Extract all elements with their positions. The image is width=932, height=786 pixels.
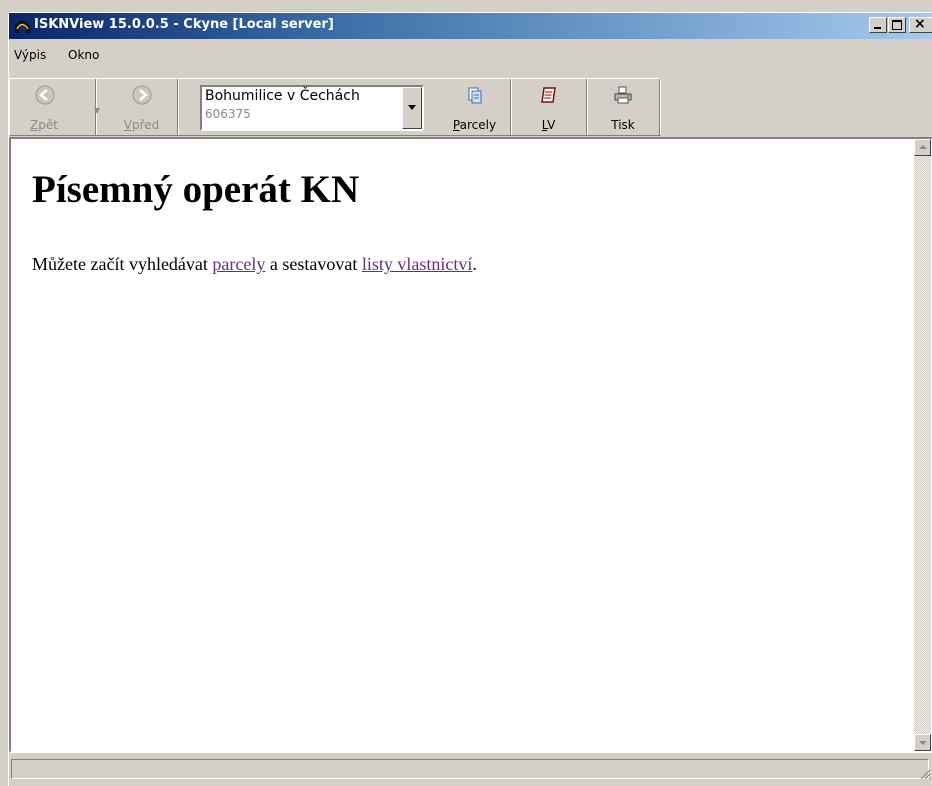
tisk-button[interactable]: Tisk	[587, 79, 660, 135]
back-button[interactable]: Zpět	[10, 79, 96, 135]
minimize-button[interactable]	[869, 17, 887, 33]
intro-text-start: Můžete začít vyhledávat	[32, 254, 213, 274]
content-view: Písemný operát KN Můžete začít vyhledáva…	[9, 137, 932, 753]
document-icon	[468, 87, 481, 104]
back-label: Zpět	[30, 118, 58, 132]
status-pane	[11, 759, 929, 779]
intro-text-middle: a sestavovat	[265, 254, 362, 274]
menu-okno[interactable]: Okno	[68, 48, 99, 62]
window-title: ISKNView 15.0.0.5 - Ckyne [Local server]	[34, 17, 334, 32]
menu-bar: Výpis Okno	[9, 45, 932, 65]
vertical-scrollbar[interactable]	[914, 139, 931, 751]
parcely-link[interactable]: parcely	[212, 254, 265, 274]
location-code: 606375	[205, 107, 251, 121]
scroll-down-button[interactable]	[914, 734, 931, 751]
resize-grip-icon[interactable]	[919, 768, 931, 780]
printer-icon	[614, 86, 632, 104]
title-bar[interactable]: ISKNView 15.0.0.5 - Ckyne [Local server]…	[9, 13, 932, 39]
parcely-button[interactable]: Parcely	[439, 79, 511, 135]
location-combobox[interactable]: Bohumilice v Čechách 606375	[200, 85, 424, 131]
notebook-icon	[540, 87, 556, 103]
maximize-button[interactable]	[888, 17, 906, 33]
combo-dropdown-button[interactable]	[402, 87, 422, 129]
page-title: Písemný operát KN	[32, 168, 360, 211]
tisk-label: Tisk	[611, 118, 635, 132]
lv-label: LV	[541, 118, 556, 132]
menu-vypis[interactable]: Výpis	[14, 48, 46, 62]
forward-label: Vpřed	[123, 118, 160, 132]
toolbar: Zpět ▼ Vpřed Bohumilice v Čechách 606375…	[9, 78, 661, 136]
back-dropdown-icon[interactable]: ▼	[94, 106, 100, 115]
forward-button[interactable]: Vpřed	[106, 79, 178, 135]
parcely-label: Parcely	[452, 118, 497, 132]
location-name: Bohumilice v Čechách	[205, 88, 360, 104]
close-icon: ×	[914, 16, 926, 32]
app-icon	[15, 20, 30, 33]
app-window: ISKNView 15.0.0.5 - Ckyne [Local server]…	[8, 12, 932, 786]
forward-arrow-icon	[132, 85, 151, 105]
status-bar	[9, 757, 932, 783]
back-arrow-icon	[35, 85, 55, 105]
page-intro-text: Můžete začít vyhledávat parcely a sestav…	[32, 254, 477, 275]
lv-button[interactable]: LV	[511, 79, 587, 135]
scroll-up-button[interactable]	[914, 139, 931, 156]
listy-vlastnictvi-link[interactable]: listy vlastnictví	[362, 254, 473, 274]
close-button[interactable]: ×	[909, 16, 932, 33]
intro-text-end: .	[472, 254, 477, 274]
